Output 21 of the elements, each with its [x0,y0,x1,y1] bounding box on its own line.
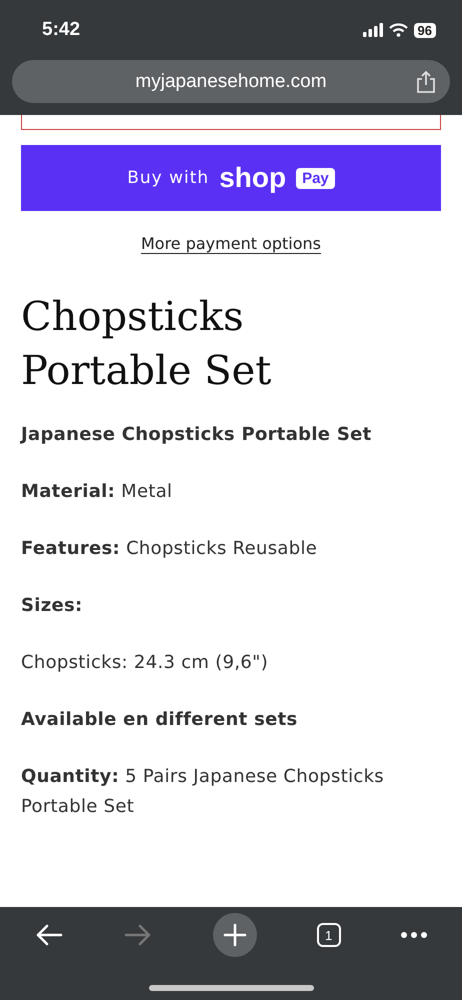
plus-icon [222,923,247,947]
description-text: Chopsticks: 24.3 cm (9,6") [21,651,270,675]
forward-arrow-icon [123,923,154,947]
description-heading: Japanese Chopsticks Portable Set [21,423,373,447]
share-icon[interactable] [416,70,436,94]
tab-count-button[interactable]: 1 [316,923,341,947]
status-time: 5:42 [42,19,80,41]
address-bar[interactable]: myjapanesehome.com [12,60,450,103]
battery-level: 96 [414,22,436,38]
more-payment-options-link[interactable]: More payment options [140,234,322,254]
product-title: Chopsticks Portable Set [21,293,272,396]
wifi-icon [388,23,408,37]
description-heading: Sizes: [21,594,84,618]
shop-pay-button[interactable]: Buy with shop Pay [21,145,441,211]
signal-icon [362,23,383,37]
more-icon[interactable] [400,931,428,939]
description-text: Features: Chopsticks Reusable [21,537,318,561]
description-text: Material: Metal [21,480,174,504]
new-tab-button[interactable] [212,913,257,957]
description-text: Quantity: 5 Pairs Japanese Chopsticks Portable Set [21,765,385,819]
description-heading: Available en different sets [21,708,299,732]
